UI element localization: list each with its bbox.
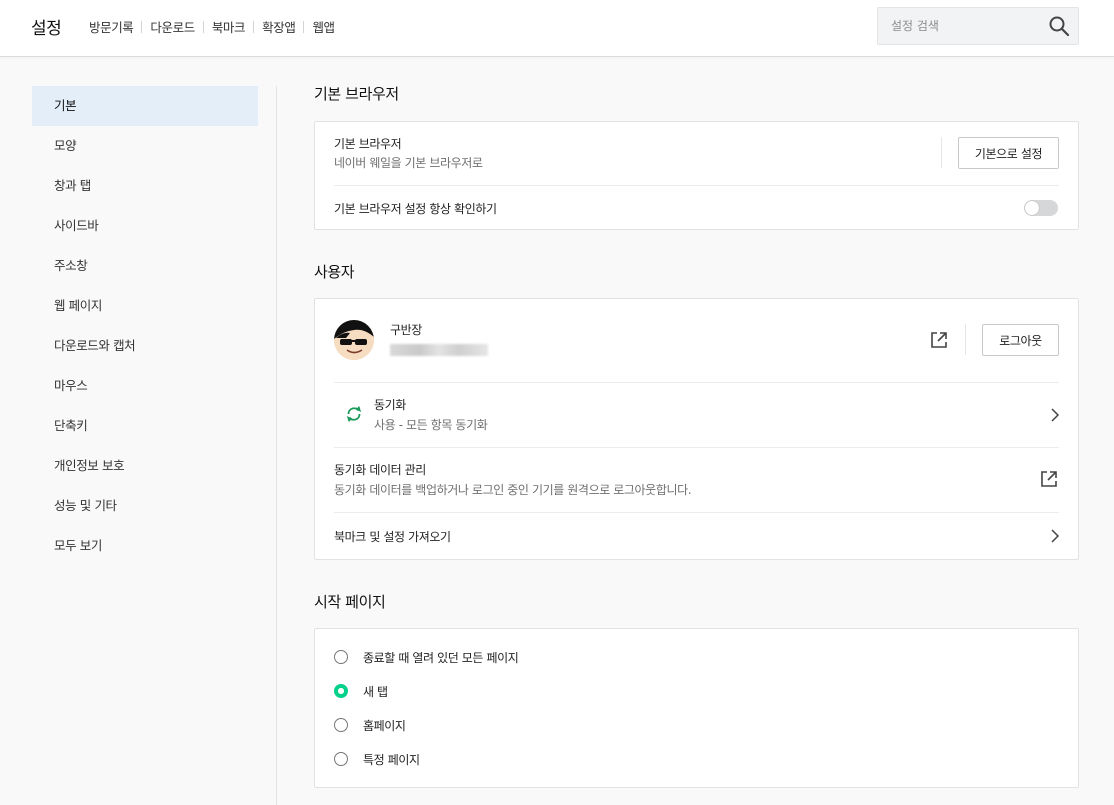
user-card: 구반장 로그아웃 동기화 사용 - 모든 항목 동기화 동기화 데이터 관리 동… [314,298,1079,560]
default-browser-card: 기본 브라우저 네이버 웨일을 기본 브라우저로 기본으로 설정 기본 브라우저… [314,121,1079,230]
sync-data-title: 동기화 데이터 관리 [334,463,426,477]
sync-title: 동기화 [374,398,406,412]
sidebar-item-shortcuts[interactable]: 단축키 [32,406,258,446]
sidebar-item-address-bar[interactable]: 주소창 [32,246,258,286]
sidebar-item-appearance[interactable]: 모양 [32,126,258,166]
sidebar-item-basic[interactable]: 기본 [32,86,258,126]
user-email-redacted [390,344,488,356]
set-default-button[interactable]: 기본으로 설정 [958,137,1059,169]
sidebar-item-privacy[interactable]: 개인정보 보호 [32,446,258,486]
user-section-title: 사용자 [314,263,355,281]
default-browser-section-title: 기본 브라우저 [314,85,399,103]
nav-webapps-link[interactable]: 웹앱 [312,17,335,36]
sync-data-description: 동기화 데이터를 백업하거나 로그인 중인 기기를 원격으로 로그아웃합니다. [334,483,692,497]
startup-option-new-tab-label[interactable]: 새 탭 [363,683,388,700]
sidebar-item-mouse[interactable]: 마우스 [32,366,258,406]
import-bookmarks-row[interactable]: 북마크 및 설정 가져오기 [315,513,1078,559]
sync-data-manage-row[interactable]: 동기화 데이터 관리 동기화 데이터를 백업하거나 로그인 중인 기기를 원격으… [315,448,1078,512]
settings-sidebar: 기본 모양 창과 탭 사이드바 주소창 웹 페이지 다운로드와 캡처 마우스 단… [32,86,258,566]
nav-history-link[interactable]: 방문기록 [89,17,134,36]
nav-divider [141,20,143,33]
startup-option-restore-label[interactable]: 종료할 때 열려 있던 모든 페이지 [363,649,519,666]
nav-extensions-link[interactable]: 확장앱 [262,17,296,36]
search-icon[interactable] [1048,15,1070,37]
startup-option-homepage-label[interactable]: 홈페이지 [363,717,406,734]
chevron-right-icon [1051,529,1060,543]
settings-search [877,7,1079,45]
row-divider [334,185,1059,186]
sync-icon [346,406,362,422]
nav-divider [253,20,255,33]
open-external-icon[interactable] [930,331,948,349]
sidebar-item-windows-tabs[interactable]: 창과 탭 [32,166,258,206]
default-browser-row-title: 기본 브라우저 [334,137,402,151]
startup-section-title: 시작 페이지 [314,593,386,611]
sync-status: 사용 - 모든 항목 동기화 [374,418,488,432]
sidebar-item-downloads-capture[interactable]: 다운로드와 캡처 [32,326,258,366]
sidebar-item-sidebar[interactable]: 사이드바 [32,206,258,246]
default-browser-check-label: 기본 브라우저 설정 항상 확인하기 [334,202,497,216]
toggle-knob [1025,201,1039,215]
avatar-image [334,320,374,360]
startup-option-new-tab-radio[interactable] [334,684,348,698]
logout-button[interactable]: 로그아웃 [982,324,1059,356]
user-name: 구반장 [390,323,422,337]
page-title: 설정 [31,19,62,39]
nav-divider [303,20,305,33]
default-browser-row-description: 네이버 웨일을 기본 브라우저로 [334,156,483,170]
startup-option-specific-page-radio[interactable] [334,752,348,766]
avatar [334,320,374,360]
sidebar-item-web-page[interactable]: 웹 페이지 [32,286,258,326]
sidebar-divider [276,86,277,805]
open-external-icon [1041,471,1057,487]
top-header: 설정 방문기록 다운로드 북마크 확장앱 웹앱 [0,0,1114,57]
sync-row[interactable]: 동기화 사용 - 모든 항목 동기화 [315,383,1078,447]
sidebar-item-show-all[interactable]: 모두 보기 [32,526,258,566]
nav-divider [202,20,204,33]
import-bookmarks-label: 북마크 및 설정 가져오기 [334,530,451,544]
header-nav: 방문기록 다운로드 북마크 확장앱 웹앱 [89,17,335,36]
nav-downloads-link[interactable]: 다운로드 [150,17,195,36]
divider [941,137,942,168]
default-browser-check-toggle[interactable] [1024,200,1058,216]
startup-option-restore-radio[interactable] [334,650,348,664]
sidebar-item-performance[interactable]: 성능 및 기타 [32,486,258,526]
divider [965,324,966,355]
startup-option-homepage-radio[interactable] [334,718,348,732]
chevron-right-icon [1051,408,1060,422]
search-input[interactable] [878,8,1038,44]
startup-option-specific-page-label[interactable]: 특정 페이지 [363,751,420,768]
startup-card: 종료할 때 열려 있던 모든 페이지 새 탭 홈페이지 특정 페이지 [314,628,1079,788]
nav-bookmarks-link[interactable]: 북마크 [212,17,246,36]
